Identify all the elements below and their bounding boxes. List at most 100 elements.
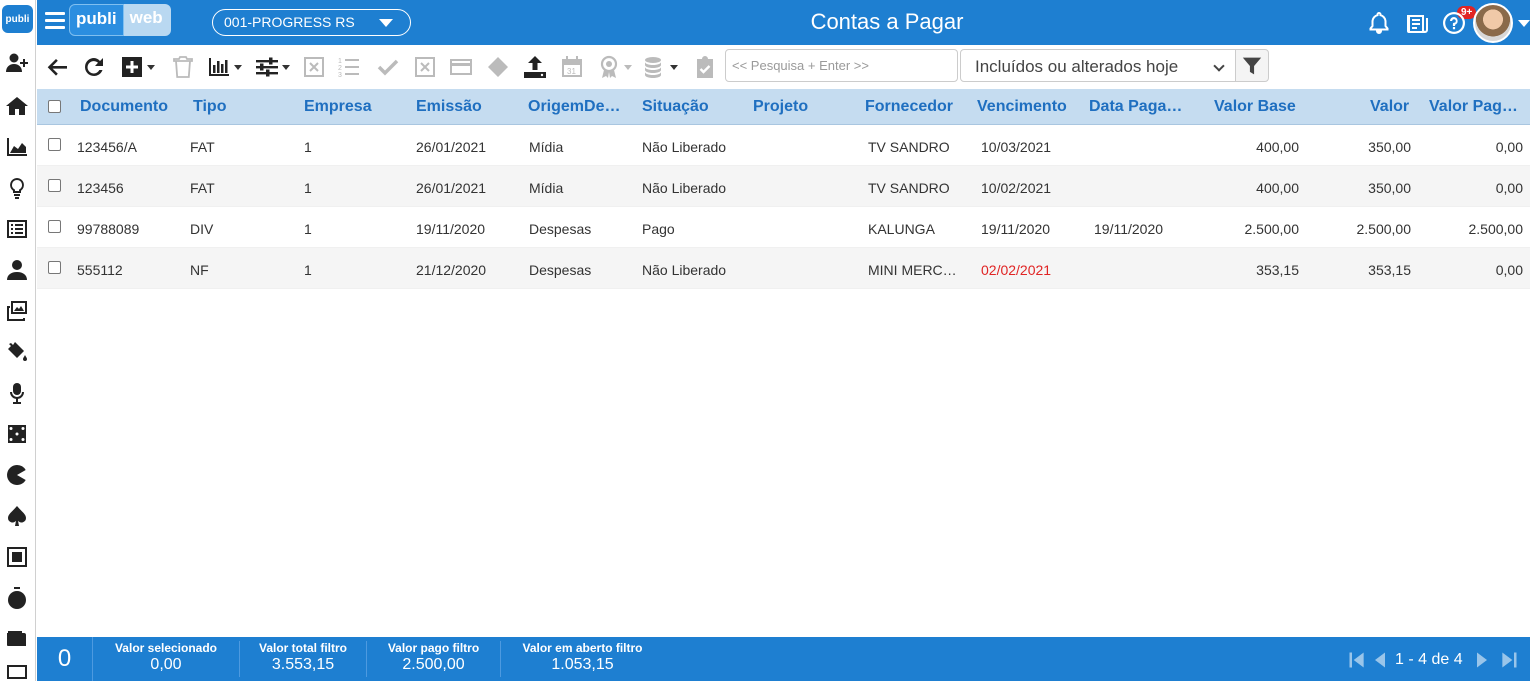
column-header-documento[interactable]: Documento (80, 98, 168, 116)
wallet-icon[interactable] (3, 626, 31, 652)
bell-icon[interactable] (1367, 11, 1391, 35)
help-icon[interactable] (1442, 11, 1466, 35)
chevron-down-icon (1213, 60, 1225, 72)
stat-label: Valor pago filtro (387, 641, 480, 655)
brand-left: publi (69, 4, 124, 36)
coins-button[interactable] (643, 54, 678, 80)
monitor-icon[interactable] (3, 660, 31, 686)
avatar-chevron-down-icon[interactable] (1518, 20, 1530, 27)
award-button[interactable] (597, 54, 632, 80)
select-all-checkbox[interactable] (48, 100, 61, 113)
row-checkbox[interactable] (48, 220, 61, 233)
table-header: Documento Tipo Empresa Emissão OrigemDe…… (37, 89, 1530, 125)
menu-icon[interactable] (45, 12, 65, 32)
column-header-valor-pago[interactable]: Valor Pag… (1429, 98, 1518, 116)
paint-bucket-icon[interactable] (3, 339, 31, 365)
approve-button[interactable] (376, 54, 400, 80)
column-header-vencimento[interactable]: Vencimento (977, 98, 1067, 116)
table-row[interactable]: 99788089 DIV 1 19/11/2020 Despesas Pago … (37, 207, 1530, 248)
stat-valor-total-filtro: Valor total filtro 3.553,15 (240, 641, 367, 677)
cell-valor-pago: 2.500,00 (1468, 221, 1524, 237)
coins-icon (645, 57, 661, 78)
news-icon[interactable] (1405, 11, 1429, 35)
publi-logo-mini[interactable]: publi (2, 5, 33, 33)
svg-text:2: 2 (338, 65, 342, 72)
cell-situacao: Não Liberado (642, 180, 727, 196)
column-header-valor[interactable]: Valor (1370, 98, 1409, 116)
pager-text: 1 - 4 de 4 (1395, 651, 1463, 668)
column-header-projeto[interactable]: Projeto (753, 98, 808, 116)
cell-documento: 123456/A (77, 139, 137, 155)
spade-icon[interactable] (3, 503, 31, 529)
list-icon[interactable] (3, 216, 31, 242)
pager-next-button[interactable] (1472, 650, 1492, 670)
refresh-icon (85, 58, 103, 76)
search-input[interactable] (725, 49, 958, 82)
table-row[interactable]: 555112 NF 1 21/12/2020 Despesas Não Libe… (37, 248, 1530, 289)
column-header-tipo[interactable]: Tipo (193, 98, 226, 116)
cell-vencimento: 10/02/2021 (981, 180, 1052, 196)
payment-card-button[interactable] (449, 54, 473, 80)
square-icon[interactable] (3, 544, 31, 570)
company-select[interactable]: 001-PROGRESS RS (212, 9, 411, 36)
lightbulb-icon[interactable] (3, 175, 31, 201)
home-icon[interactable] (3, 93, 31, 119)
column-header-emissao[interactable]: Emissão (416, 98, 482, 116)
stat-label: Valor em aberto filtro (522, 641, 643, 655)
calendar-icon: 31 (562, 56, 582, 77)
pager-prev-button[interactable] (1370, 650, 1390, 670)
column-header-fornecedor[interactable]: Fornecedor (865, 98, 953, 116)
pager-last-button[interactable] (1499, 650, 1519, 670)
cell-valor-pago: 0,00 (1495, 180, 1523, 196)
user-tie-icon[interactable] (3, 257, 31, 283)
table-row[interactable]: 123456 FAT 1 26/01/2021 Mídia Não Libera… (37, 166, 1530, 207)
period-filter-select[interactable]: Incluídos ou alterados hoje (960, 49, 1236, 82)
pager-first-button[interactable] (1347, 650, 1367, 670)
summary-footer: 0 Valor selecionado 0,00 Valor total fil… (37, 637, 1530, 681)
column-header-data-pagamento[interactable]: Data Paga… (1089, 98, 1182, 116)
pacman-icon[interactable] (3, 462, 31, 488)
diamond-button[interactable] (486, 54, 510, 80)
cell-vencimento-overdue: 02/02/2021 (981, 262, 1052, 278)
stat-valor-pago-filtro: Valor pago filtro 2.500,00 (367, 641, 501, 677)
cell-documento: 555112 (77, 262, 123, 278)
cell-fornecedor: TV SANDRO (868, 180, 950, 196)
publiweb-logo[interactable]: publi web (69, 4, 171, 36)
table-row[interactable]: 123456/A FAT 1 26/01/2021 Mídia Não Libe… (37, 125, 1530, 166)
column-header-empresa[interactable]: Empresa (304, 98, 372, 116)
ordered-list-button[interactable]: 123 (337, 54, 361, 80)
microphone-icon[interactable] (3, 380, 31, 406)
close-square-icon (304, 57, 324, 77)
row-checkbox[interactable] (48, 179, 61, 192)
cell-tipo: NF (190, 262, 209, 278)
row-checkbox[interactable] (48, 138, 61, 151)
calendar-button[interactable]: 31 (560, 54, 584, 80)
cell-emissao: 26/01/2021 (416, 180, 487, 196)
upload-button[interactable] (523, 54, 547, 80)
column-header-valor-base[interactable]: Valor Base (1214, 98, 1296, 116)
chart-button[interactable] (207, 54, 242, 80)
cancel-button[interactable] (302, 54, 326, 80)
cell-valor: 353,15 (1368, 262, 1411, 278)
cell-emissao: 26/01/2021 (416, 139, 487, 155)
clipboard-check-button[interactable] (693, 54, 717, 80)
back-button[interactable] (45, 54, 69, 80)
filter-button[interactable] (1235, 49, 1269, 82)
chart-area-icon[interactable] (3, 134, 31, 160)
row-checkbox[interactable] (48, 261, 61, 274)
stopwatch-icon[interactable] (3, 585, 31, 611)
dice-icon[interactable] (3, 421, 31, 447)
add-user-icon[interactable] (3, 50, 31, 76)
cell-fornecedor: MINI MERC… (868, 262, 957, 278)
cell-empresa: 1 (304, 139, 312, 155)
user-avatar[interactable] (1473, 3, 1513, 43)
column-header-origem[interactable]: OrigemDe… (528, 98, 620, 116)
refresh-button[interactable] (82, 54, 106, 80)
add-button[interactable] (120, 54, 155, 80)
column-header-situacao[interactable]: Situação (642, 98, 709, 116)
photo-video-icon[interactable] (3, 298, 31, 324)
settings-sliders-button[interactable] (255, 54, 290, 80)
reject-button[interactable] (413, 54, 437, 80)
selected-count: 0 (37, 637, 93, 681)
delete-button[interactable] (171, 54, 195, 80)
